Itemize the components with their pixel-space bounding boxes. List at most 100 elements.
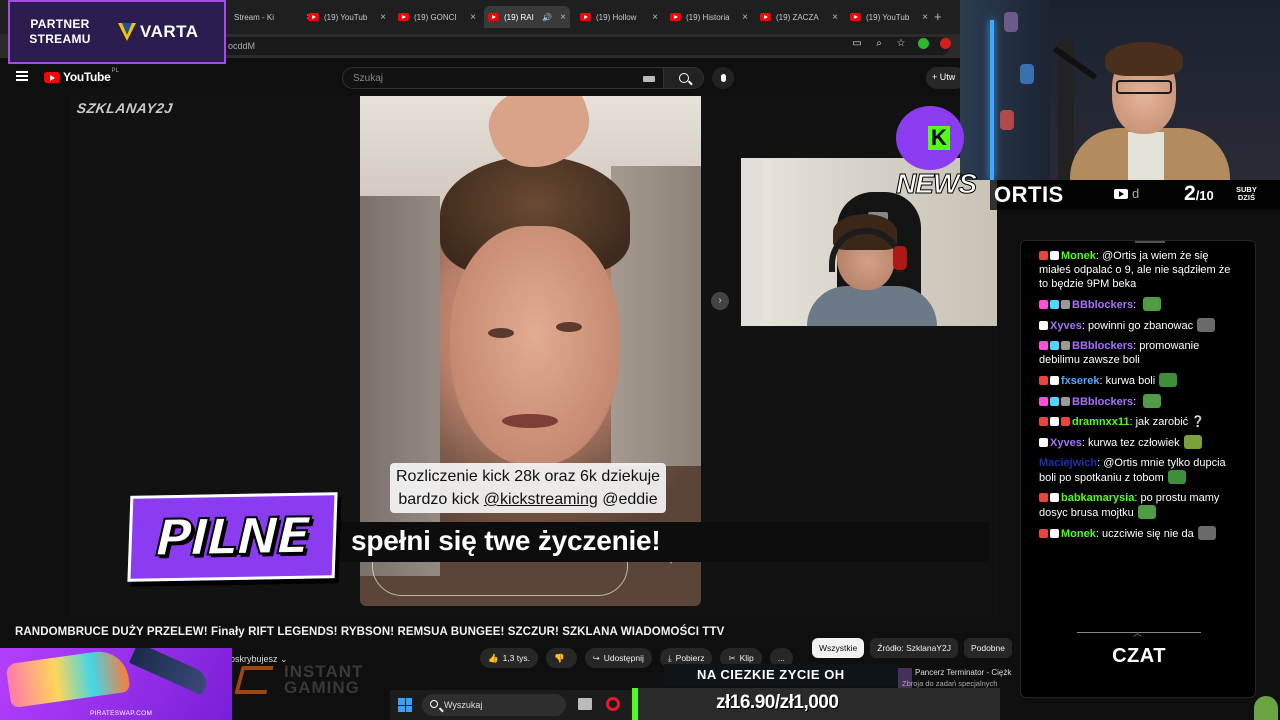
chat-emote-icon (1143, 394, 1162, 408)
browser-tab[interactable]: (19) Hollow × (576, 6, 662, 28)
dislike-button[interactable]: 👎 (546, 648, 577, 668)
close-tab-icon[interactable]: × (380, 12, 386, 23)
chat-badges (1039, 298, 1072, 312)
chat-emote-icon (1183, 435, 1202, 449)
taskbar-search[interactable]: Wyszukaj (422, 694, 566, 716)
chat-text: kurwa tez człowiek (1087, 437, 1180, 449)
chat-badge-icon (1039, 417, 1048, 426)
voice-search-button[interactable] (712, 67, 734, 89)
chat-badge-icon (1050, 529, 1059, 538)
new-tab-button[interactable]: + (934, 9, 942, 24)
filter-chip[interactable]: Podobne (963, 638, 1012, 658)
pillow-left (360, 196, 440, 576)
browser-tab-label: (19) Hollow (596, 12, 637, 22)
youtube-favicon-icon (760, 13, 771, 21)
youtube-region: PL (111, 68, 119, 74)
like-button[interactable]: 👍 1,3 tys. (480, 648, 538, 668)
file-explorer-icon[interactable] (578, 698, 592, 710)
bookmark-star-icon[interactable]: ☆ (894, 36, 908, 50)
close-tab-icon[interactable]: × (742, 12, 748, 23)
share-label: Udostępnij (603, 653, 644, 663)
chat-username[interactable]: BBblockers (1072, 340, 1133, 352)
streamer-name: ORTIS (994, 182, 1064, 207)
chat-emote-icon (1159, 373, 1178, 387)
chat-badges (1039, 395, 1072, 409)
chat-text: uczciwie się nie da (1101, 528, 1194, 540)
close-tab-icon[interactable]: × (832, 12, 838, 23)
chat-badge-icon (1039, 438, 1048, 447)
subs-label-2: DZIŚ (1237, 193, 1255, 202)
chat-badge-icon (1061, 300, 1070, 309)
search-icon (678, 73, 689, 83)
share-button[interactable]: ↪ Udostępnij (584, 648, 652, 668)
filter-chip[interactable]: Wszystkie (812, 638, 865, 658)
suggestion-chips: Wszystkie Źródło: SzklanaY2J Podobne (812, 638, 1012, 658)
chat-separator: : (1133, 396, 1140, 408)
close-tab-icon[interactable]: × (922, 12, 928, 23)
create-label: Utw (939, 72, 956, 82)
chat-badge-icon (1061, 397, 1070, 406)
chat-username[interactable]: babkamarysia (1061, 492, 1134, 504)
suggestion-title[interactable]: Pancerz Terminator - Ciężk (915, 668, 1011, 677)
chat-username[interactable]: BBblockers (1072, 396, 1133, 408)
figurine-1 (1004, 12, 1018, 32)
browser-tab[interactable]: (19) ZACZA × (756, 6, 842, 28)
chat-text: kurwa boli (1105, 375, 1156, 387)
instant-gaming-text: INSTANT GAMING (284, 663, 363, 697)
address-bar-icons: ▭ ⌕ ☆ (850, 36, 952, 50)
opera-browser-icon[interactable] (606, 697, 620, 711)
chat-username[interactable]: Maciejwich (1039, 457, 1097, 469)
browser-tab[interactable]: (19) Historia × (666, 6, 752, 28)
youtube-favicon-icon (580, 13, 591, 21)
url-text: ocddM (228, 41, 256, 51)
chat-message: dramnxx11: jak zarobić ❔ (1039, 415, 1239, 429)
instant-line2: GAMING (284, 678, 360, 697)
zoom-icon[interactable]: ⌕ (872, 36, 886, 50)
chat-username[interactable]: Xyves (1050, 320, 1082, 332)
keyboard-icon[interactable] (643, 76, 655, 82)
kick-k-icon: K (928, 126, 950, 150)
person-eye-right (556, 322, 582, 332)
extension-red-icon[interactable] (938, 36, 952, 50)
led-strip (990, 20, 994, 180)
streamer-name-bar: ORTIS d 2/10 SUBY DZIŚ (990, 180, 1280, 210)
chat-username[interactable]: Monek (1061, 250, 1096, 262)
chat-text: jak zarobić ❔ (1135, 416, 1205, 428)
chat-scroll-indicator (1135, 241, 1165, 243)
windows-start-icon[interactable] (398, 698, 412, 712)
chat-badges (1039, 319, 1050, 333)
speaker-icon[interactable]: 🔊 (542, 13, 552, 22)
close-tab-icon[interactable]: × (652, 12, 658, 23)
chat-badge-icon (1050, 493, 1059, 502)
chat-message: Xyves: powinni go zbanowac (1039, 318, 1239, 333)
chat-message: babkamarysia: po prostu mamy dosyc brusa… (1039, 491, 1239, 520)
close-tab-icon[interactable]: × (470, 12, 476, 23)
instant-gaming-logo: INSTANT GAMING (234, 663, 363, 697)
youtube-play-icon (44, 71, 60, 83)
video-player[interactable]: SZKLANAY2J Rozliczenie kick 28k oraz 6k … (69, 96, 997, 616)
windows-taskbar: Wyszukaj (390, 690, 640, 720)
chat-username[interactable]: Monek (1061, 528, 1096, 540)
chat-panel: Monek: @Ortis ja wiem że się miałeś odpa… (1020, 240, 1256, 698)
chat-username[interactable]: Xyves (1050, 437, 1082, 449)
youtube-logo[interactable]: YouTube PL (44, 68, 119, 84)
close-tab-icon[interactable]: × (560, 12, 566, 23)
youtube-handle-fragment: d (1132, 186, 1140, 201)
browser-tab[interactable]: (19) RAI 🔊 × (484, 6, 570, 28)
url-field[interactable]: ocddM (200, 37, 950, 55)
sub-current: 2 (1184, 182, 1196, 205)
partner-line1: PARTNER (30, 17, 90, 31)
menu-icon[interactable] (16, 71, 28, 81)
search-input[interactable]: Szukaj (342, 67, 664, 89)
search-button[interactable] (664, 67, 704, 89)
browser-tab[interactable]: (19) YouTub × (304, 6, 390, 28)
browser-tab[interactable]: (19) GONCI × (394, 6, 480, 28)
browser-tab[interactable]: (19) YouTub × (846, 6, 932, 28)
chat-username[interactable]: dramnxx11 (1072, 416, 1129, 428)
chat-username[interactable]: BBblockers (1072, 299, 1133, 311)
partner-banner: PARTNER STREAMU VARTA (8, 0, 226, 64)
install-icon[interactable]: ▭ (850, 36, 864, 50)
chat-username[interactable]: fxserek (1061, 375, 1100, 387)
filter-chip[interactable]: Źródło: SzklanaY2J (870, 638, 958, 658)
extension-green-icon[interactable] (916, 36, 930, 50)
